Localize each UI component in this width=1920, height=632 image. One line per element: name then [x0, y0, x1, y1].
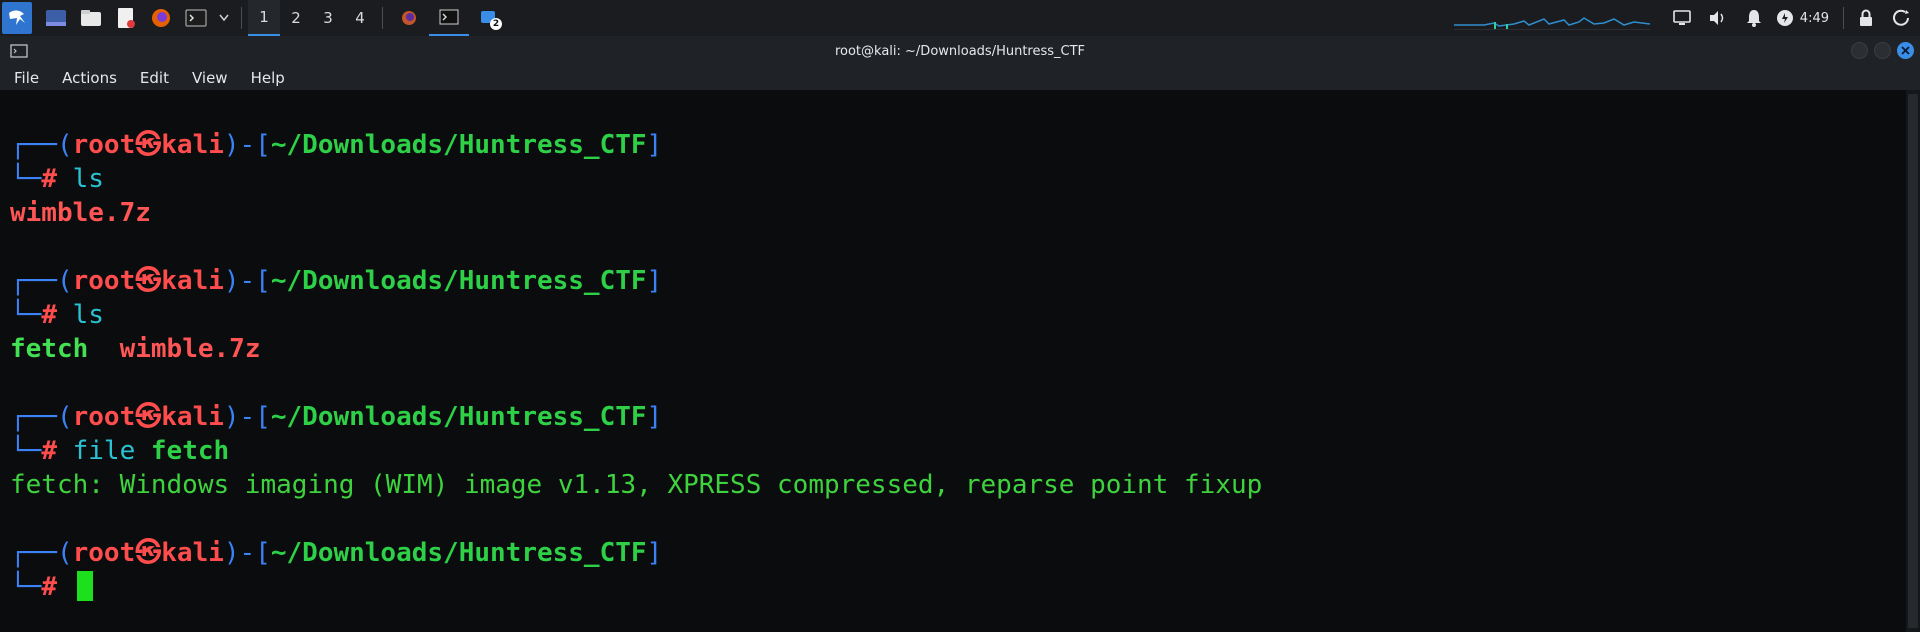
close-icon — [1901, 46, 1910, 55]
notification-count-badge: 2 — [490, 18, 502, 30]
prompt-hash: # — [41, 436, 57, 466]
output-file-archive: wimble.7z — [10, 198, 151, 228]
command-line: └─# ls — [10, 300, 104, 330]
command-argument: fetch — [150, 436, 230, 466]
workspace-2[interactable]: 2 — [280, 0, 312, 36]
panel-right: 4:49 — [1453, 0, 1920, 36]
prompt-hash: # — [41, 300, 57, 330]
prompt-user: root — [72, 266, 136, 296]
workspace-1[interactable]: 1 — [248, 0, 280, 36]
prompt-hash: # — [41, 572, 57, 602]
output-text: fetch: Windows imaging (WIM) image v1.13… — [10, 470, 1263, 500]
prompt-host: kali — [161, 130, 224, 160]
output-line: wimble.7z — [10, 196, 1906, 230]
file-manager-icon[interactable] — [77, 4, 105, 32]
maximize-button[interactable] — [1874, 42, 1891, 59]
menu-file[interactable]: File — [7, 69, 48, 87]
prompt-line: ┌──(root㉿kali)-[~/Downloads/Huntress_CTF… — [10, 266, 663, 296]
command-text: ls — [72, 300, 104, 330]
window-controls — [1851, 42, 1914, 59]
terminal-task-icon — [439, 9, 459, 25]
power-manager-icon[interactable] — [1772, 0, 1798, 36]
task-terminal[interactable] — [429, 0, 469, 36]
cpu-graph — [1453, 7, 1650, 30]
text-editor-icon[interactable] — [112, 4, 140, 32]
task-firefox[interactable] — [389, 0, 429, 36]
prompt-host: kali — [161, 538, 224, 568]
prompt-line: ┌──(root㉿kali)-[~/Downloads/Huntress_CTF… — [10, 130, 663, 160]
command-line[interactable]: └─# — [10, 570, 1906, 604]
panel-separator — [241, 7, 242, 29]
command-text: file — [72, 436, 136, 466]
prompt-user: root — [72, 538, 136, 568]
prompt-path: ~/Downloads/Huntress_CTF — [270, 266, 647, 296]
display-icon[interactable] — [1664, 0, 1700, 36]
kali-menu-icon[interactable] — [2, 2, 32, 34]
prompt-line: ┌──(root㉿kali)-[~/Downloads/Huntress_CTF… — [10, 538, 663, 568]
menu-help[interactable]: Help — [244, 69, 294, 87]
task-notifier[interactable]: 2 — [469, 0, 509, 36]
menu-bar: File Actions Edit View Help — [0, 66, 1920, 90]
command-text: ls — [72, 164, 104, 194]
panel-separator — [382, 7, 383, 29]
command-line: └─# file fetch — [10, 436, 230, 466]
prompt-at-symbol: ㉿ — [135, 538, 162, 568]
top-panel: 1 2 3 4 2 4:49 — [0, 0, 1920, 36]
show-desktop-icon[interactable] — [42, 4, 70, 32]
prompt-host: kali — [161, 266, 224, 296]
window-title: root@kali: ~/Downloads/Huntress_CTF — [834, 43, 1086, 59]
prompt-hash: # — [41, 164, 57, 194]
menu-actions[interactable]: Actions — [55, 69, 126, 87]
window-titlebar[interactable]: root@kali: ~/Downloads/Huntress_CTF — [0, 36, 1920, 66]
volume-icon[interactable] — [1700, 0, 1736, 36]
prompt-at-symbol: ㉿ — [135, 130, 162, 160]
workspace-3[interactable]: 3 — [312, 0, 344, 36]
launcher-dropdown-icon[interactable] — [217, 4, 231, 32]
lock-screen-icon[interactable] — [1848, 0, 1884, 36]
menu-view[interactable]: View — [185, 69, 237, 87]
prompt-host: kali — [161, 402, 224, 432]
scrollbar-thumb[interactable] — [1908, 94, 1918, 628]
text-cursor[interactable] — [76, 571, 93, 601]
prompt-line: ┌──(root㉿kali)-[~/Downloads/Huntress_CTF… — [10, 402, 663, 432]
firefox-icon[interactable] — [147, 4, 175, 32]
command-line: └─# ls — [10, 164, 104, 194]
firefox-task-icon — [402, 11, 416, 25]
output-line: fetch: Windows imaging (WIM) image v1.13… — [10, 468, 1906, 502]
prompt-path: ~/Downloads/Huntress_CTF — [270, 538, 647, 568]
close-button[interactable] — [1897, 42, 1914, 59]
logout-icon[interactable] — [1884, 0, 1920, 36]
clock[interactable]: 4:49 — [1800, 11, 1829, 26]
terminal-scrollbar[interactable] — [1906, 90, 1920, 632]
prompt-user: root — [72, 130, 136, 160]
menu-edit[interactable]: Edit — [133, 69, 178, 87]
panel-separator — [1843, 7, 1844, 29]
prompt-at-symbol: ㉿ — [135, 402, 162, 432]
minimize-button[interactable] — [1851, 42, 1868, 59]
prompt-path: ~/Downloads/Huntress_CTF — [270, 130, 647, 160]
terminal-output[interactable]: ┌──(root㉿kali)-[~/Downloads/Huntress_CTF… — [0, 90, 1906, 632]
notifications-bell-icon[interactable] — [1736, 0, 1772, 36]
workspace-4[interactable]: 4 — [344, 0, 376, 36]
panel-left: 1 2 3 4 2 — [0, 0, 509, 36]
prompt-path: ~/Downloads/Huntress_CTF — [270, 402, 647, 432]
terminal-launcher-icon[interactable] — [182, 4, 210, 32]
output-line: fetch wimble.7z — [10, 332, 1906, 366]
output-file-archive: wimble.7z — [119, 334, 261, 364]
output-file-executable: fetch — [10, 334, 89, 364]
prompt-at-symbol: ㉿ — [135, 266, 162, 296]
prompt-user: root — [72, 402, 136, 432]
